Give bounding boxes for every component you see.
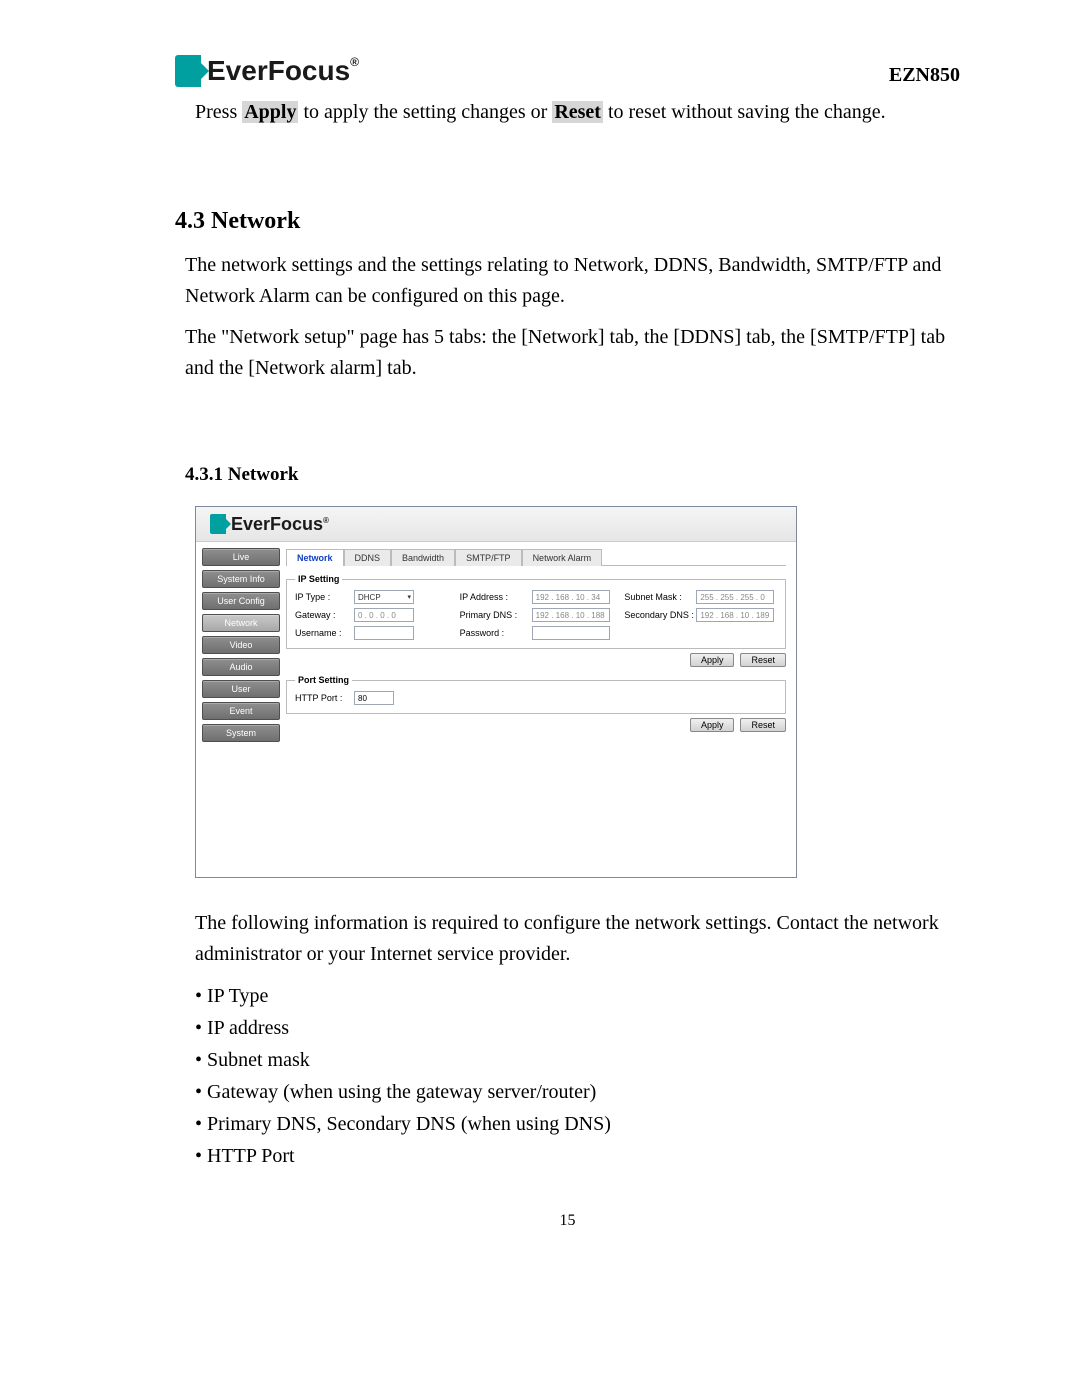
- subnet-mask-input[interactable]: 255 . 255 . 255 . 0: [696, 590, 774, 604]
- gateway-input[interactable]: 0 . 0 . 0 . 0: [354, 608, 414, 622]
- bullet-item: • IP Type: [195, 980, 960, 1012]
- primary-dns-label: Primary DNS :: [460, 610, 528, 620]
- tab-bandwidth[interactable]: Bandwidth: [391, 549, 455, 566]
- secondary-dns-label: Secondary DNS :: [624, 610, 692, 620]
- ip-setting-legend: IP Setting: [295, 574, 342, 584]
- section-4-3-para1: The network settings and the settings re…: [185, 250, 960, 312]
- secondary-dns-input[interactable]: 192 . 168 . 10 . 189: [696, 608, 774, 622]
- section-4-3-1-title: 4.3.1 Network: [185, 464, 960, 486]
- ui-logo-icon: [210, 514, 226, 534]
- tab-network-alarm[interactable]: Network Alarm: [522, 549, 603, 566]
- ip-type-label: IP Type :: [295, 592, 350, 602]
- username-label: Username :: [295, 628, 350, 638]
- sidebar: Live System Info User Config Network Video Au…: [196, 542, 286, 878]
- tab-smtp-ftp[interactable]: SMTP/FTP: [455, 549, 522, 566]
- sidebar-item-system[interactable]: System: [202, 724, 280, 742]
- sidebar-item-network[interactable]: Network: [202, 614, 280, 632]
- sidebar-item-user[interactable]: User: [202, 680, 280, 698]
- port-reset-button[interactable]: Reset: [740, 718, 786, 732]
- bullet-item: • IP address: [195, 1012, 960, 1044]
- apply-word: Apply: [242, 101, 298, 123]
- sidebar-item-live[interactable]: Live: [202, 548, 280, 566]
- http-port-label: HTTP Port :: [295, 693, 350, 703]
- section-4-3-title: 4.3 Network: [175, 208, 960, 235]
- password-label: Password :: [460, 628, 528, 638]
- password-input[interactable]: [532, 626, 610, 640]
- ip-address-input[interactable]: 192 . 168 . 10 . 34: [532, 590, 610, 604]
- primary-dns-input[interactable]: 192 . 168 . 10 . 188: [532, 608, 610, 622]
- bullet-item: • Primary DNS, Secondary DNS (when using…: [195, 1108, 960, 1140]
- port-setting-fieldset: Port Setting HTTP Port : 80: [286, 675, 786, 714]
- ip-reset-button[interactable]: Reset: [740, 653, 786, 667]
- bullet-list: • IP Type• IP address• Subnet mask• Gate…: [195, 980, 960, 1172]
- logo-icon: [175, 55, 201, 87]
- tab-network[interactable]: Network: [286, 549, 344, 566]
- http-port-input[interactable]: 80: [354, 691, 394, 705]
- ip-apply-button[interactable]: Apply: [690, 653, 735, 667]
- network-settings-screenshot: EverFocus® Live System Info User Config Net…: [195, 506, 797, 878]
- after-para: The following information is required to…: [195, 908, 960, 970]
- section-4-3-para2: The "Network setup" page has 5 tabs: the…: [185, 322, 960, 384]
- ip-setting-fieldset: IP Setting IP Type : DHCP IP Address : 1…: [286, 574, 786, 649]
- sidebar-item-video[interactable]: Video: [202, 636, 280, 654]
- ui-brand-name: EverFocus®: [231, 514, 329, 535]
- tab-ddns[interactable]: DDNS: [344, 549, 392, 566]
- model-number: EZN850: [889, 64, 960, 87]
- reset-word: Reset: [552, 101, 603, 123]
- bullet-item: • HTTP Port: [195, 1140, 960, 1172]
- gateway-label: Gateway :: [295, 610, 350, 620]
- page-number: 15: [175, 1212, 960, 1230]
- username-input[interactable]: [354, 626, 414, 640]
- bullet-item: • Gateway (when using the gateway server…: [195, 1076, 960, 1108]
- ip-type-select[interactable]: DHCP: [354, 590, 414, 604]
- intro-text: Press Apply to apply the setting changes…: [195, 97, 960, 128]
- page-header: EverFocus® EZN850: [175, 55, 960, 87]
- port-apply-button[interactable]: Apply: [690, 718, 735, 732]
- brand-name: EverFocus®: [207, 55, 359, 87]
- sidebar-item-audio[interactable]: Audio: [202, 658, 280, 676]
- ui-header: EverFocus®: [196, 507, 796, 542]
- port-setting-legend: Port Setting: [295, 675, 352, 685]
- sidebar-item-system-info[interactable]: System Info: [202, 570, 280, 588]
- bullet-item: • Subnet mask: [195, 1044, 960, 1076]
- subnet-mask-label: Subnet Mask :: [624, 592, 692, 602]
- brand-logo: EverFocus®: [175, 55, 359, 87]
- ip-address-label: IP Address :: [460, 592, 528, 602]
- tabs: NetworkDDNSBandwidthSMTP/FTPNetwork Alar…: [286, 548, 786, 566]
- sidebar-item-event[interactable]: Event: [202, 702, 280, 720]
- sidebar-item-user-config[interactable]: User Config: [202, 592, 280, 610]
